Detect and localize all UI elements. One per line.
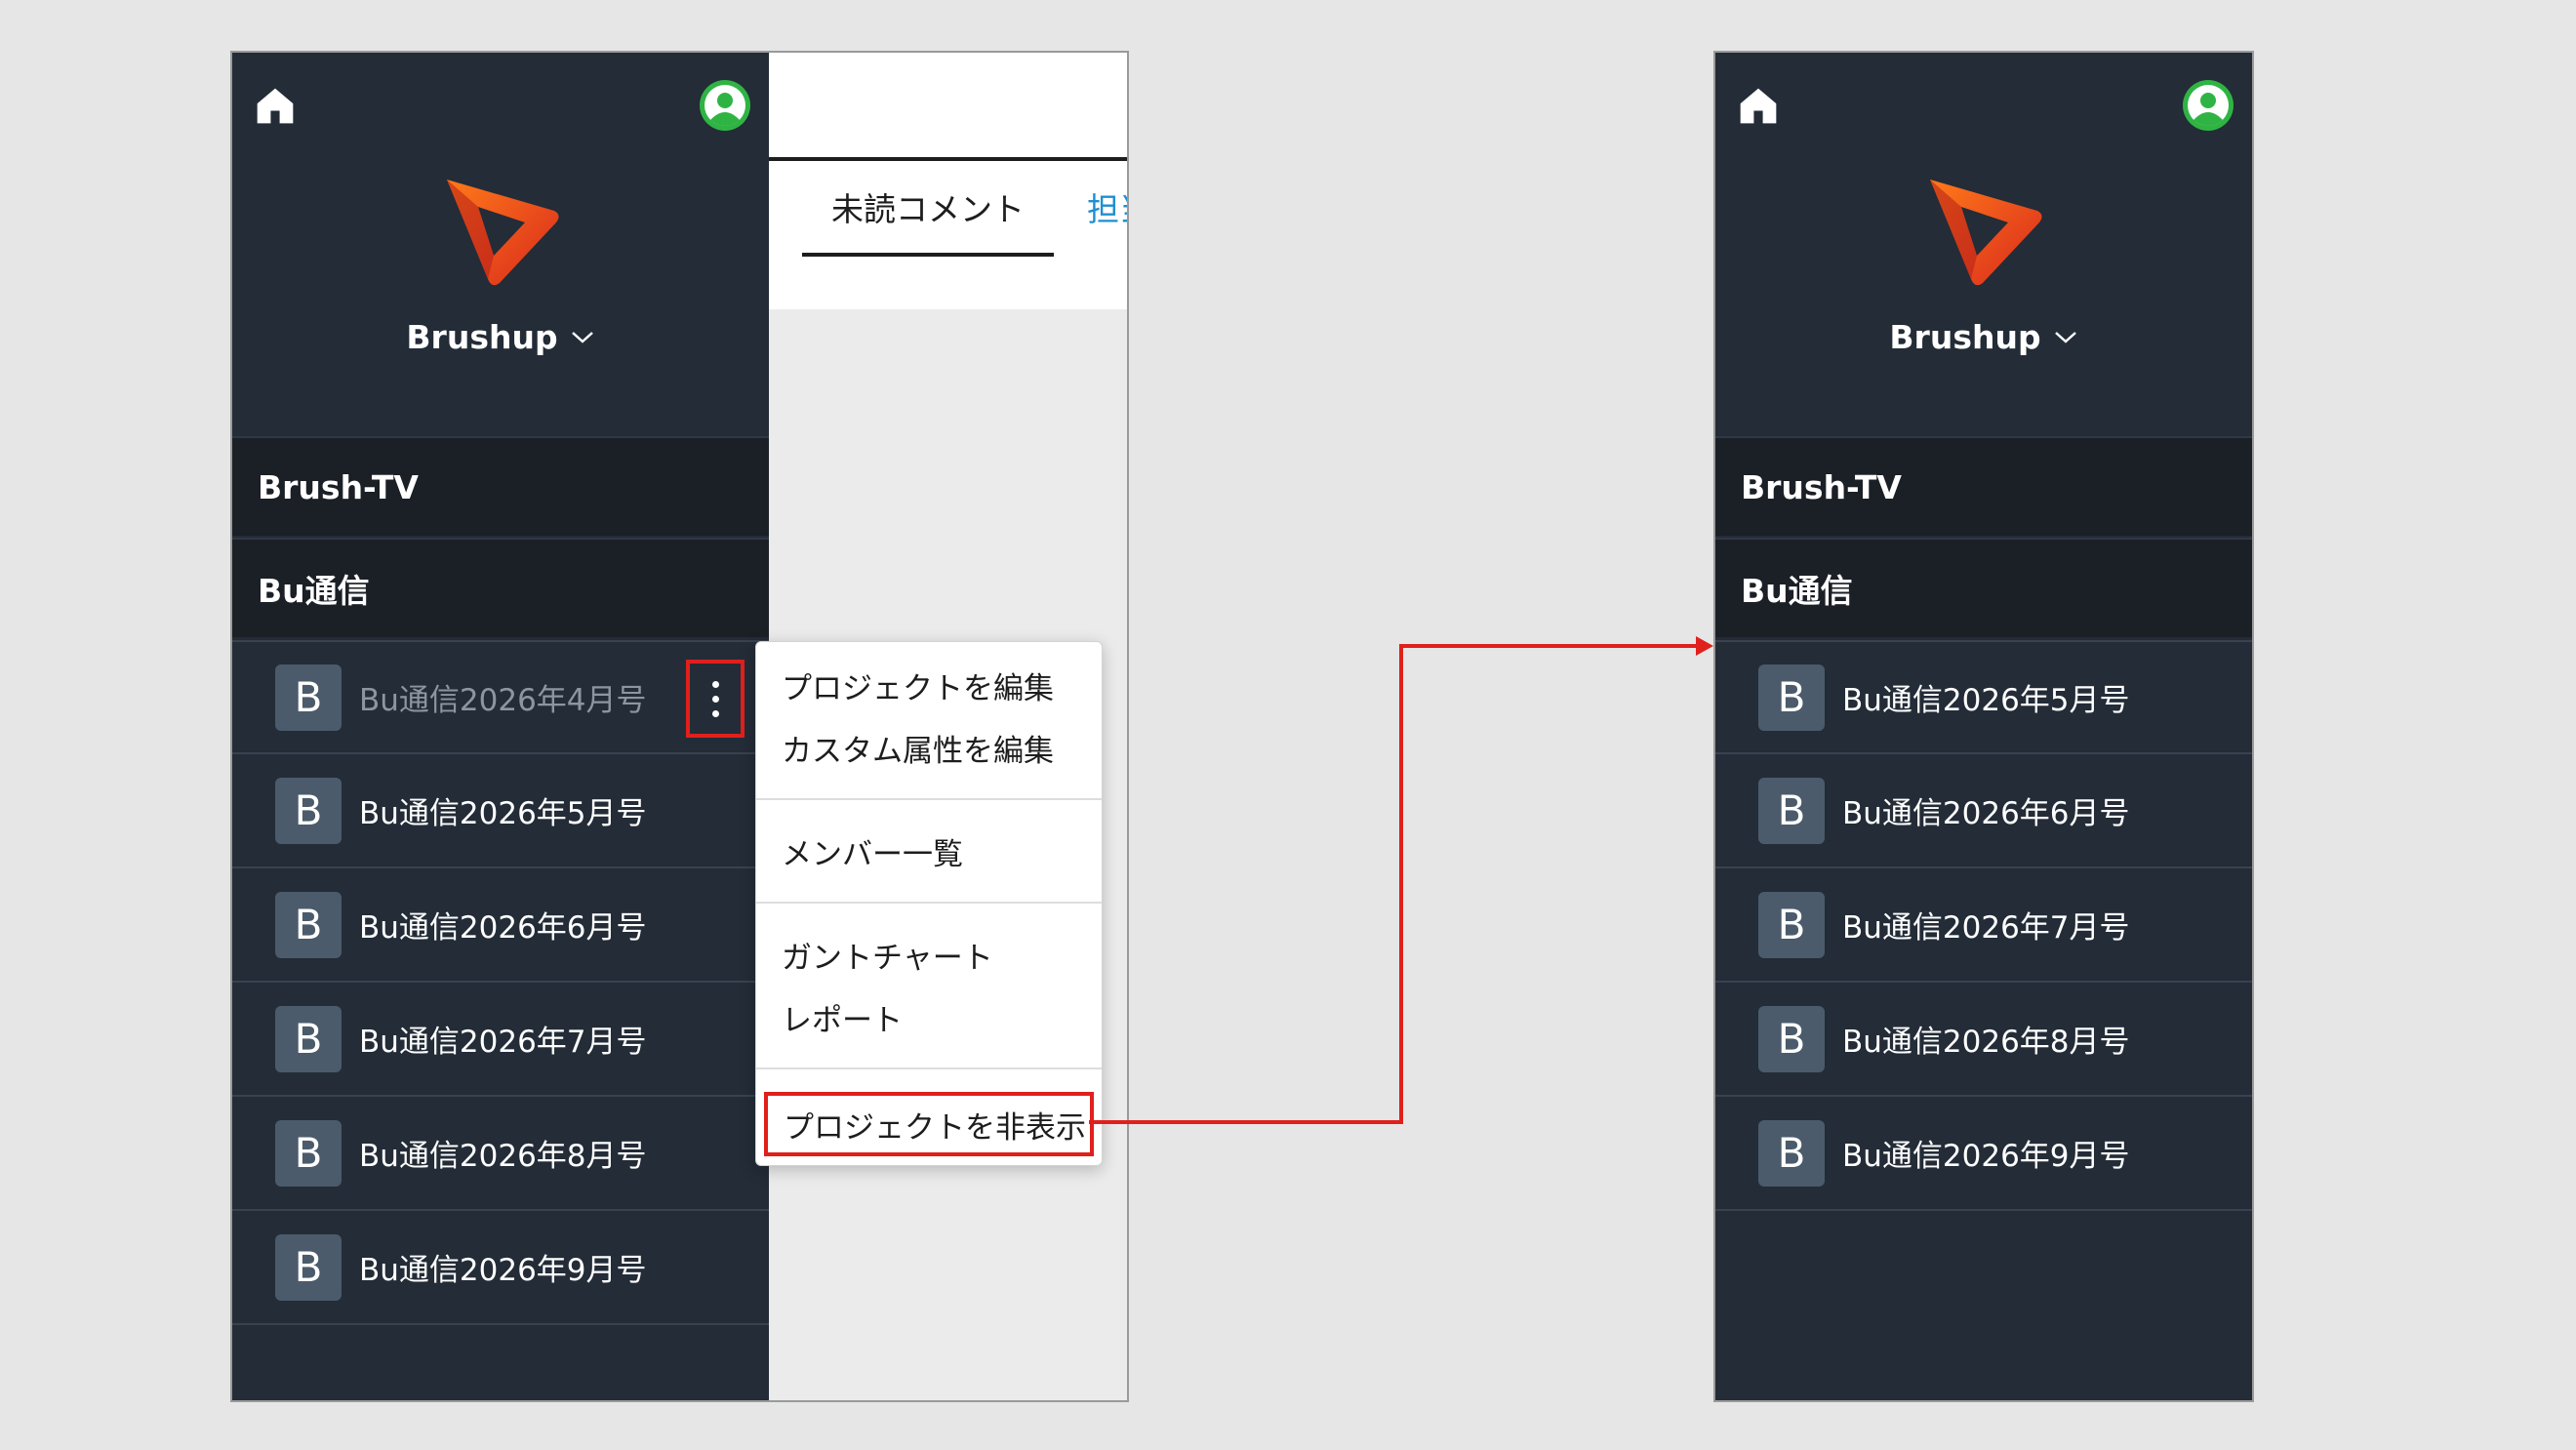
menu-divider xyxy=(756,798,1102,800)
project-name: Bu通信2026年5月号 xyxy=(1842,683,2130,718)
group-bu-tsushin[interactable]: Bu通信 xyxy=(1715,538,2252,637)
group-brush-tv[interactable]: Brush-TV xyxy=(232,436,769,536)
home-icon[interactable] xyxy=(254,84,297,127)
project-badge: B xyxy=(1758,1119,1825,1187)
project-list: B Bu通信2026年4月号 B Bu通信2026年5月号 B Bu通信2026… xyxy=(232,640,769,1325)
project-badge: B xyxy=(275,1119,342,1187)
menu-item-member-list[interactable]: メンバー一覧 xyxy=(782,829,963,873)
after-screenshot: Brushup Brush-TV Bu通信 B Bu通信2026年5月号 B B… xyxy=(1713,51,2254,1402)
project-badge: B xyxy=(1758,777,1825,844)
menu-item-hide-project[interactable]: プロジェクトを非表示 xyxy=(764,1092,1094,1156)
content-header xyxy=(769,53,1127,161)
group-brush-tv[interactable]: Brush-TV xyxy=(1715,436,2252,536)
project-badge: B xyxy=(275,1005,342,1072)
project-item-2026-08[interactable]: B Bu通信2026年8月号 xyxy=(232,1097,769,1211)
menu-item-edit-project[interactable]: プロジェクトを編集 xyxy=(782,664,1054,707)
home-icon[interactable] xyxy=(1737,84,1780,127)
project-badge: B xyxy=(275,664,342,731)
project-sidebar: Brushup Brush-TV Bu通信 B Bu通信2026年4月号 B B… xyxy=(232,53,769,1400)
chevron-down-icon xyxy=(571,331,593,343)
project-name: Bu通信2026年4月号 xyxy=(359,683,647,718)
project-badge: B xyxy=(275,1233,342,1301)
project-name: Bu通信2026年7月号 xyxy=(1842,910,2130,946)
project-item-2026-06[interactable]: B Bu通信2026年6月号 xyxy=(232,868,769,983)
project-item-2026-04[interactable]: B Bu通信2026年4月号 xyxy=(232,640,769,754)
menu-divider xyxy=(756,902,1102,904)
comment-tabs: 未読コメント 担当 xyxy=(769,161,1127,309)
project-name: Bu通信2026年7月号 xyxy=(359,1025,647,1060)
project-badge: B xyxy=(1758,1005,1825,1072)
brushup-logo-icon xyxy=(1930,180,2042,286)
project-badge: B xyxy=(1758,891,1825,958)
tab-unread-comments[interactable]: 未読コメント xyxy=(802,161,1054,257)
menu-item-edit-custom-attributes[interactable]: カスタム属性を編集 xyxy=(782,726,1054,770)
project-item-2026-09[interactable]: B Bu通信2026年9月号 xyxy=(232,1211,769,1325)
group-bu-tsushin[interactable]: Bu通信 xyxy=(232,538,769,637)
project-badge: B xyxy=(275,777,342,844)
menu-item-report[interactable]: レポート xyxy=(782,995,903,1039)
menu-item-gantt-chart[interactable]: ガントチャート xyxy=(782,933,993,977)
brushup-logo-icon xyxy=(447,180,559,286)
kebab-menu-icon[interactable] xyxy=(686,660,745,738)
project-badge: B xyxy=(275,891,342,958)
org-switcher[interactable]: Brushup xyxy=(232,318,769,356)
project-item-2026-06[interactable]: B Bu通信2026年6月号 xyxy=(1715,754,2252,868)
tab-assigned[interactable]: 担当 xyxy=(1087,161,1127,253)
project-badge: B xyxy=(1758,664,1825,731)
project-item-2026-07[interactable]: B Bu通信2026年7月号 xyxy=(1715,868,2252,983)
project-context-menu: プロジェクトを編集 カスタム属性を編集 メンバー一覧 ガントチャート レポート … xyxy=(755,641,1103,1166)
org-name: Brushup xyxy=(1889,318,2041,356)
org-name: Brushup xyxy=(406,318,558,356)
project-item-2026-05[interactable]: B Bu通信2026年5月号 xyxy=(1715,640,2252,754)
menu-divider xyxy=(756,1067,1102,1069)
project-list: B Bu通信2026年5月号 B Bu通信2026年6月号 B Bu通信2026… xyxy=(1715,640,2252,1211)
project-name: Bu通信2026年9月号 xyxy=(1842,1139,2130,1174)
project-name: Bu通信2026年9月号 xyxy=(359,1253,647,1288)
project-name: Bu通信2026年6月号 xyxy=(359,910,647,946)
chevron-down-icon xyxy=(2054,331,2076,343)
project-item-2026-09[interactable]: B Bu通信2026年9月号 xyxy=(1715,1097,2252,1211)
project-item-2026-08[interactable]: B Bu通信2026年8月号 xyxy=(1715,983,2252,1097)
user-avatar-icon[interactable] xyxy=(2183,80,2234,131)
project-item-2026-07[interactable]: B Bu通信2026年7月号 xyxy=(232,983,769,1097)
project-name: Bu通信2026年5月号 xyxy=(359,796,647,831)
project-item-2026-05[interactable]: B Bu通信2026年5月号 xyxy=(232,754,769,868)
project-name: Bu通信2026年6月号 xyxy=(1842,796,2130,831)
project-name: Bu通信2026年8月号 xyxy=(1842,1025,2130,1060)
project-name: Bu通信2026年8月号 xyxy=(359,1139,647,1174)
project-sidebar: Brushup Brush-TV Bu通信 B Bu通信2026年5月号 B B… xyxy=(1715,53,2252,1400)
user-avatar-icon[interactable] xyxy=(700,80,750,131)
org-switcher[interactable]: Brushup xyxy=(1715,318,2252,356)
